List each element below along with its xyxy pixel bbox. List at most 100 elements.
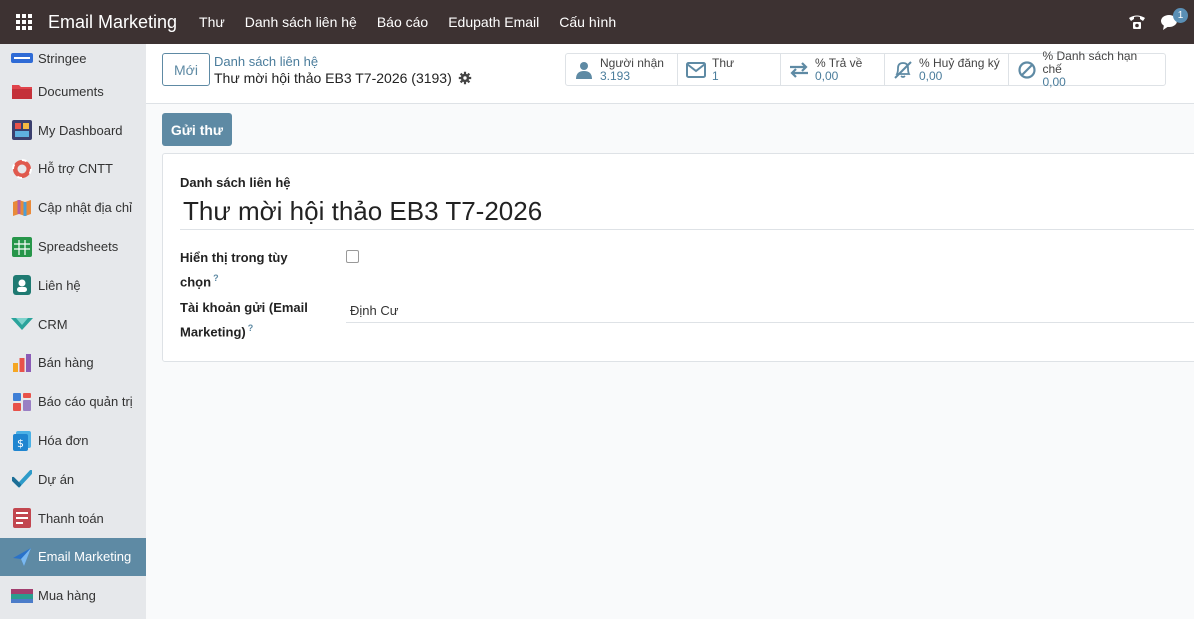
sidebar-item-address-update[interactable]: Cập nhật địa chỉ (0, 188, 146, 227)
sender-label-line-2: Marketing) (180, 324, 246, 340)
sidebar-item-sales[interactable]: Bán hàng (0, 344, 146, 383)
sender-label-line-1: Tài khoản gửi (Email (180, 300, 308, 315)
sidebar-item-crm[interactable]: CRM (0, 305, 146, 344)
name-field-label: Danh sách liên hệ (180, 175, 291, 190)
sidebar-item-label: Cập nhật địa chỉ (38, 200, 132, 216)
help-tooltip-icon[interactable]: ? (213, 273, 219, 283)
breadcrumb-current-label: Thư mời hội thảo EB3 T7-2026 (3193) (214, 70, 452, 86)
sidebar-item-label: My Dashboard (38, 122, 123, 138)
spreadsheet-icon (11, 236, 33, 257)
sidebar-item-label: Báo cáo quản trị (38, 394, 133, 410)
sidebar-item-purchase[interactable]: Mua hàng (0, 576, 146, 615)
breadcrumb-parent-link[interactable]: Danh sách liên hệ (214, 54, 472, 69)
sidebar-item-contacts[interactable]: Liên hệ (0, 266, 146, 305)
sidebar-item-label: Email Marketing (38, 549, 132, 565)
send-mailing-button[interactable]: Gửi thư (162, 113, 232, 146)
ban-icon (1017, 60, 1037, 80)
sidebar-item-spreadsheets[interactable]: Spreadsheets (0, 227, 146, 266)
sender-account-field[interactable] (346, 298, 1194, 323)
stringee-icon (11, 48, 33, 68)
blacklist-stat-button[interactable]: % Danh sách hạn chế 0,00 (1009, 50, 1165, 89)
bell-slash-icon (893, 60, 913, 80)
menu-item-mailings[interactable]: Thư (189, 0, 235, 44)
bounce-stat-button[interactable]: % Trả về 0,00 (781, 54, 885, 85)
sidebar-item-label: Mua hàng (38, 588, 96, 604)
stat-label: % Danh sách hạn chế (1042, 49, 1138, 76)
sidebar-item-management-report[interactable]: Báo cáo quản trị (0, 382, 146, 421)
sidebar-item-projects[interactable]: Dự án (0, 460, 146, 499)
smart-buttons: Người nhận 3.193 Thư 1 % Trả về 0,00 % Huỷ … (565, 50, 1166, 89)
stat-label: Người nhận (600, 55, 664, 70)
sidebar-item-label: Thanh toán (38, 510, 104, 526)
sidebar-item-label: Hóa đơn (38, 433, 89, 449)
lifebuoy-icon (11, 158, 33, 179)
form-sheet: Danh sách liên hệ Hiển thị trong tùy chọ… (162, 153, 1194, 362)
sidebar-item-payments[interactable]: Thanh toán (0, 499, 146, 538)
new-button[interactable]: Mới (162, 53, 210, 86)
app-name[interactable]: Email Marketing (48, 12, 177, 33)
name-input[interactable] (180, 194, 1194, 230)
menu-item-reporting[interactable]: Báo cáo (367, 0, 438, 44)
folder-icon (11, 81, 33, 101)
sidebar-item-label: Stringee (38, 50, 87, 66)
show-label-line-1: Hiển thị trong tùy (180, 250, 288, 265)
sidebar-item-label: Dự án (38, 471, 75, 487)
sidebar-item-my-dashboard[interactable]: My Dashboard (0, 111, 146, 150)
sidebar-item-label: Documents (38, 83, 104, 99)
unsubscribe-stat-button[interactable]: % Huỷ đăng ký 0,00 (885, 54, 1009, 85)
breadcrumb: Danh sách liên hệ Thư mời hội thảo EB3 T… (214, 54, 472, 86)
sidebar-item-label: Hỗ trợ CNTT (38, 161, 113, 177)
apps-menu-icon[interactable] (0, 0, 48, 44)
user-icon (574, 60, 594, 80)
sales-icon (11, 353, 33, 373)
stat-value: 0,00 (1042, 75, 1066, 89)
breadcrumb-current: Thư mời hội thảo EB3 T7-2026 (3193) (214, 70, 472, 86)
menu-item-configuration[interactable]: Cấu hình (549, 0, 626, 44)
envelope-icon (686, 60, 706, 80)
crm-icon (11, 314, 33, 334)
sidebar-item-label: CRM (38, 316, 68, 332)
stat-value: 0,00 (919, 68, 943, 83)
control-panel: Mới Danh sách liên hệ Thư mời hội thảo E… (146, 44, 1194, 104)
phone-icon[interactable] (1126, 11, 1148, 33)
sidebar-item-email-marketing[interactable]: Email Marketing (0, 537, 146, 577)
project-icon (11, 469, 33, 489)
chat-count-badge: 1 (1173, 8, 1188, 23)
mailings-stat-button[interactable]: Thư 1 (678, 54, 781, 85)
sidebar-item-label: Liên hệ (38, 277, 81, 293)
stat-value: 0,00 (815, 68, 839, 83)
contact-icon (11, 275, 33, 296)
help-tooltip-icon[interactable]: ? (248, 323, 254, 333)
exchange-icon (789, 60, 809, 80)
report-icon (11, 392, 33, 412)
stat-value: 1 (712, 68, 719, 83)
dashboard-icon (11, 120, 33, 141)
stat-label: Thư (712, 55, 735, 70)
payment-icon (11, 508, 33, 529)
sidebar-item-label: Spreadsheets (38, 239, 119, 255)
show-in-preferences-checkbox[interactable] (346, 250, 359, 263)
show-in-preferences-label: Hiển thị trong tùy chọn? (180, 247, 330, 292)
stat-label: % Trả về (815, 55, 863, 70)
sidebar-item-it-support[interactable]: Hỗ trợ CNTT (0, 150, 146, 189)
svg-text:$: $ (17, 437, 24, 450)
map-icon (11, 198, 33, 218)
top-navbar: Email Marketing Thư Danh sách liên hệ Bá… (0, 0, 1194, 44)
show-label-line-2: chọn (180, 274, 212, 290)
sidebar-item-stringee[interactable]: Stringee (0, 44, 146, 72)
stat-value: 3.193 (600, 68, 631, 83)
menu-item-mailing-lists[interactable]: Danh sách liên hệ (235, 0, 367, 44)
sidebar-item-label: Bán hàng (38, 355, 94, 371)
recipients-stat-button[interactable]: Người nhận 3.193 (566, 54, 678, 85)
chat-icon[interactable]: 1 (1158, 8, 1188, 33)
purchase-icon (11, 586, 33, 606)
sidebar-item-invoices[interactable]: $ Hóa đơn (0, 421, 146, 460)
sidebar-item-documents[interactable]: Documents (0, 72, 146, 111)
app-sidebar: Stringee Documents My Dashboard Hỗ trợ C… (0, 44, 146, 619)
email-marketing-icon (11, 547, 33, 567)
stat-label: % Huỷ đăng ký (919, 55, 1000, 70)
invoice-icon: $ (11, 430, 33, 451)
menu-item-edupath-email[interactable]: Edupath Email (438, 0, 549, 44)
gear-icon[interactable] (458, 71, 472, 85)
sender-account-label: Tài khoản gửi (Email Marketing)? (180, 297, 330, 342)
